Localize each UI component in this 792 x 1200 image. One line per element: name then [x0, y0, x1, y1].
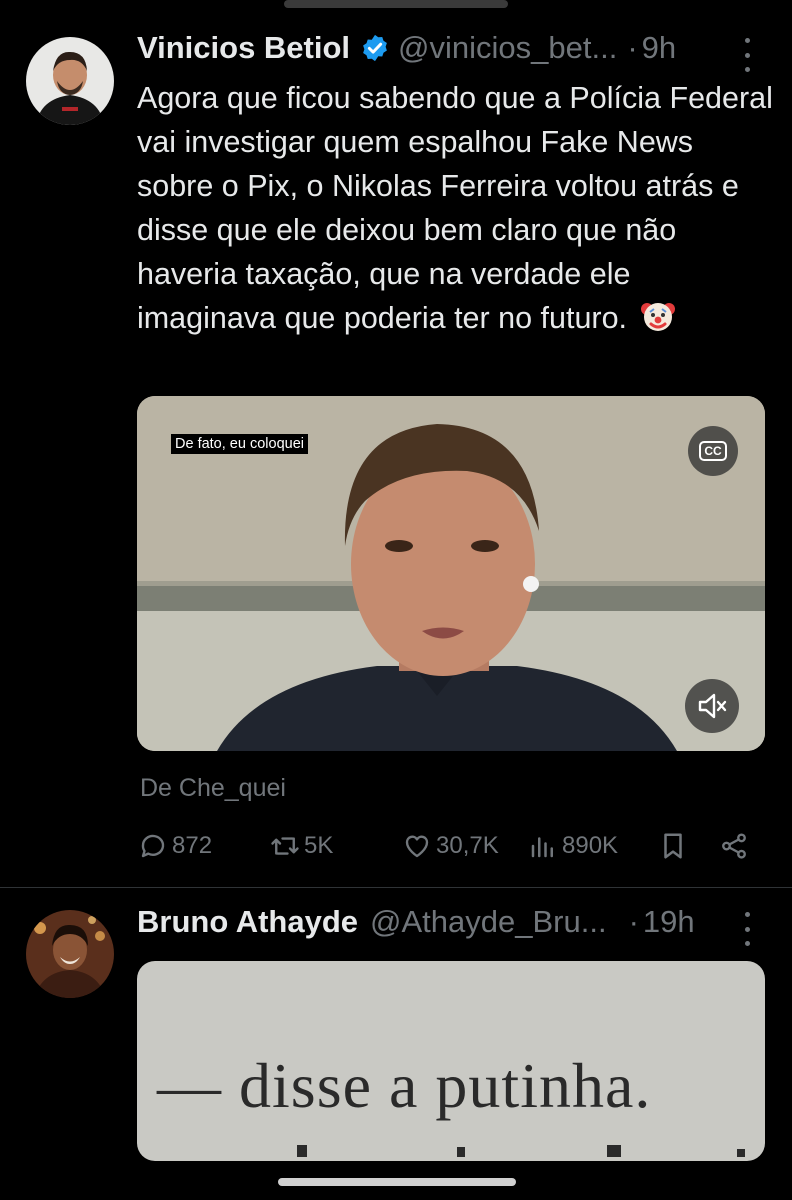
home-indicator[interactable]	[278, 1178, 516, 1186]
video-caption: De fato, eu coloquei	[171, 434, 308, 454]
reply-icon	[141, 834, 165, 858]
like-icon	[405, 835, 429, 858]
tweet-body: Agora que ficou sabendo que a Polícia Fe…	[137, 81, 773, 335]
like-count: 30,7K	[436, 832, 499, 859]
avatar[interactable]	[26, 910, 114, 998]
mute-button[interactable]	[685, 679, 739, 733]
reply-count: 872	[172, 832, 213, 859]
share-icon	[722, 833, 746, 859]
author-handle[interactable]: @Athayde_Bru...	[370, 904, 607, 940]
like-button[interactable]: 30,7K	[402, 831, 499, 861]
views-icon	[531, 837, 553, 858]
retweet-count: 5K	[304, 832, 334, 859]
top-drag-handle	[284, 0, 508, 8]
image-text-fragments	[297, 1145, 745, 1157]
timestamp[interactable]: 19h	[643, 904, 695, 940]
author-handle[interactable]: @vinicios_bet...	[398, 30, 617, 66]
more-vertical-icon[interactable]	[739, 38, 755, 72]
tweet-actions: 872 5K 30,7K 890K	[0, 831, 792, 867]
timestamp[interactable]: 9h	[642, 30, 676, 66]
tweet-image[interactable]: — disse a putinha.	[137, 961, 765, 1161]
speaker-muted-icon	[698, 693, 727, 719]
bookmark-button[interactable]	[658, 831, 688, 861]
verified-badge-icon	[360, 33, 390, 63]
view-count: 890K	[562, 832, 619, 859]
tweet-header: Bruno Athayde @Athayde_Bru... · 19h	[137, 904, 695, 940]
image-text: — disse a putinha.	[157, 1050, 652, 1121]
share-button[interactable]	[719, 831, 749, 861]
author-name[interactable]: Vinicios Betiol	[137, 30, 350, 66]
video-player[interactable]: De fato, eu coloquei CC	[137, 396, 765, 751]
closed-captions-button[interactable]: CC	[688, 426, 738, 476]
tweet-text: Agora que ficou sabendo que a Polícia Fe…	[137, 76, 777, 340]
retweet-icon	[271, 837, 299, 855]
reply-button[interactable]: 872	[138, 831, 212, 861]
avatar[interactable]	[26, 37, 114, 125]
more-vertical-icon[interactable]	[739, 912, 755, 946]
bookmark-icon	[664, 833, 682, 859]
views-button[interactable]: 890K	[528, 831, 618, 861]
cc-icon: CC	[699, 441, 727, 461]
retweet-button[interactable]: 5K	[270, 831, 333, 861]
clown-face-icon	[640, 298, 676, 334]
media-attribution[interactable]: De Che_quei	[140, 774, 286, 803]
tweet-header: Vinicios Betiol @vinicios_bet... · 9h	[137, 30, 676, 66]
author-name[interactable]: Bruno Athayde	[137, 904, 358, 940]
separator-dot: ·	[627, 30, 638, 65]
tweet-divider	[0, 887, 792, 888]
separator-dot: ·	[628, 904, 639, 939]
